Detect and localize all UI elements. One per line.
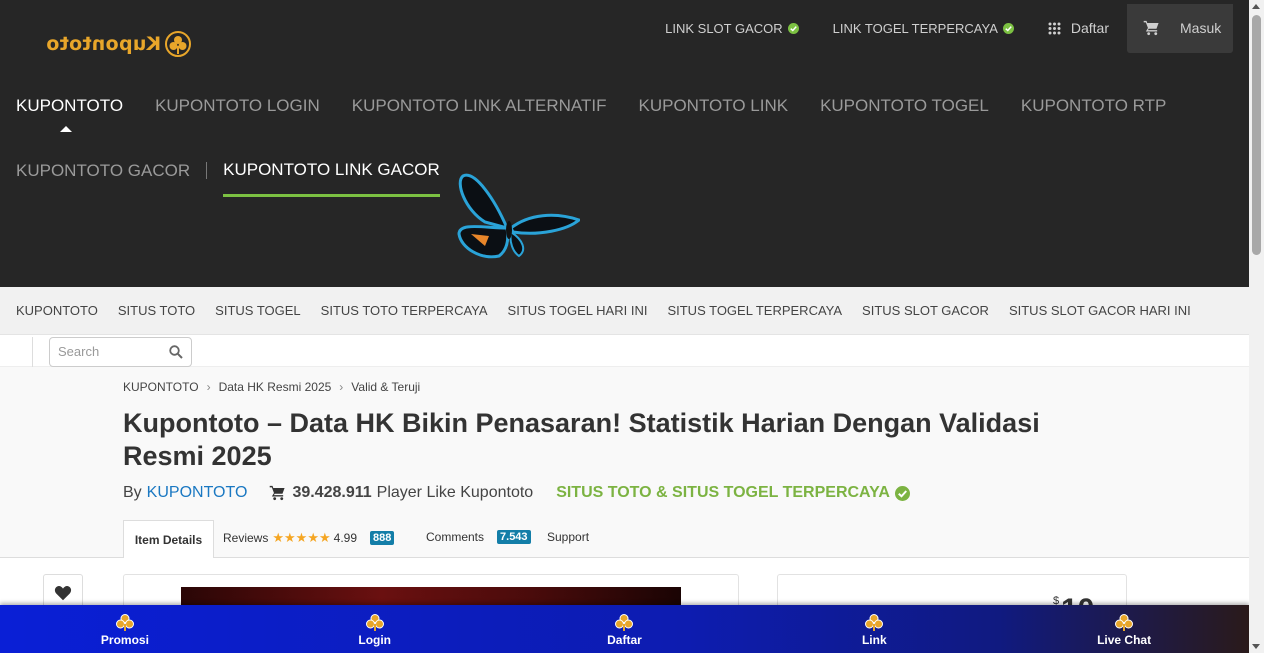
item-tabs: Item Details Reviews ★★★★★ 4.99 888 Comm…	[0, 519, 1249, 559]
bottom-nav-label: Login	[358, 632, 392, 647]
masuk-label: Masuk	[1180, 20, 1222, 36]
category-situs-togel-terpercaya[interactable]: SITUS TOGEL TERPERCAYA	[667, 303, 842, 318]
site-header: Kupontoto LINK SLOT GACOR LINK TOGEL TER…	[0, 0, 1249, 287]
cart-icon	[270, 485, 286, 501]
author-link[interactable]: KUPONTOTO	[147, 484, 248, 502]
byline: By KUPONTOTO 39.428.911 Player Like Kupo…	[123, 484, 910, 502]
search-icon[interactable]	[169, 345, 183, 359]
bottom-nav-daftar[interactable]: Daftar	[500, 605, 750, 653]
chevron-right-icon: ›	[339, 380, 344, 394]
reviews-count-badge: 888	[370, 531, 395, 545]
nav-kupontoto-gacor[interactable]: KUPONTOTO GACOR	[16, 161, 190, 181]
main-nav: KUPONTOTO KUPONTOTO LOGIN KUPONTOTO LINK…	[16, 92, 1216, 197]
breadcrumb: KUPONTOTO › Data HK Resmi 2025 › Valid &…	[123, 380, 420, 394]
masuk-button[interactable]: Masuk	[1127, 3, 1233, 53]
breadcrumb-item[interactable]: Valid & Teruji	[351, 380, 420, 394]
club-icon	[865, 613, 884, 631]
bottom-nav-label: Link	[861, 632, 887, 647]
rating-value: 4.99	[333, 531, 357, 545]
nav-kupontoto-link[interactable]: KUPONTOTO LINK	[638, 96, 788, 116]
grid-icon	[1048, 22, 1061, 34]
club-icon	[365, 613, 384, 631]
category-situs-togel[interactable]: SITUS TOGEL	[215, 303, 301, 318]
sales-count: 39.428.911	[292, 484, 372, 501]
logo-text: Kupontoto	[46, 33, 162, 55]
butterfly-image	[457, 173, 580, 259]
category-situs-toto[interactable]: SITUS TOTO	[118, 303, 195, 318]
club-icon	[115, 613, 134, 631]
category-situs-toto-terpercaya[interactable]: SITUS TOTO TERPERCAYA	[321, 303, 488, 318]
category-situs-slot-gacor-hari-ini[interactable]: SITUS SLOT GACOR HARI INI	[1009, 303, 1191, 318]
check-circle-icon	[1002, 22, 1014, 34]
tab-comments-label: Comments	[426, 530, 485, 544]
breadcrumb-item[interactable]: KUPONTOTO	[123, 380, 199, 394]
club-icon	[1115, 613, 1134, 631]
scroll-down-icon[interactable]	[1252, 644, 1260, 649]
category-bar: KUPONTOTO SITUS TOTO SITUS TOGEL SITUS T…	[0, 287, 1249, 335]
nav-kupontoto[interactable]: KUPONTOTO	[16, 96, 123, 132]
tab-support[interactable]: Support	[547, 530, 589, 544]
club-badge-icon	[165, 31, 192, 57]
check-circle-icon	[894, 485, 910, 501]
bottom-nav-live-chat[interactable]: Live Chat	[999, 605, 1249, 653]
link-slot-gacor-label: LINK SLOT GACOR	[665, 20, 783, 36]
category-kupontoto[interactable]: KUPONTOTO	[16, 303, 98, 318]
scroll-up-icon[interactable]	[1252, 4, 1260, 9]
nav-kupontoto-rtp[interactable]: KUPONTOTO RTP	[1021, 96, 1166, 116]
page-scrollbar[interactable]	[1249, 0, 1264, 653]
bottom-nav-label: Promosi	[100, 632, 149, 647]
bottom-nav-link[interactable]: Link	[749, 605, 999, 653]
tab-reviews[interactable]: Reviews ★★★★★ 4.99 888	[223, 530, 395, 546]
bottom-nav: Promosi Login Daftar Link Live Chat	[0, 605, 1249, 653]
site-logo[interactable]: Kupontoto	[46, 27, 193, 61]
sales-suffix: Player Like Kupontoto	[376, 484, 534, 501]
scrollbar-thumb[interactable]	[1252, 15, 1261, 255]
bottom-nav-login[interactable]: Login	[250, 605, 500, 653]
chevron-right-icon: ›	[206, 380, 211, 394]
tab-reviews-label: Reviews	[223, 531, 269, 545]
link-slot-gacor[interactable]: LINK SLOT GACOR	[665, 21, 799, 36]
page-title: Kupontoto – Data HK Bikin Penasaran! Sta…	[123, 408, 1040, 471]
search-row	[0, 335, 1249, 367]
situs-label: SITUS TOTO & SITUS TOGEL TERPERCAYA	[556, 484, 890, 501]
by-label: By	[123, 484, 142, 501]
check-circle-icon	[787, 22, 799, 34]
bottom-nav-label: Live Chat	[1097, 632, 1152, 647]
cart-icon	[1143, 20, 1159, 36]
nav-kupontoto-togel[interactable]: KUPONTOTO TOGEL	[820, 96, 989, 116]
divider	[32, 337, 33, 367]
search-box	[49, 337, 192, 367]
link-togel-terpercaya[interactable]: LINK TOGEL TERPERCAYA	[833, 21, 1014, 36]
situs-badge: SITUS TOTO & SITUS TOGEL TERPERCAYA	[556, 484, 910, 502]
bottom-nav-promosi[interactable]: Promosi	[0, 605, 250, 653]
comments-count-badge: 7.543	[497, 530, 531, 544]
category-situs-togel-hari-ini[interactable]: SITUS TOGEL HARI INI	[508, 303, 648, 318]
category-situs-slot-gacor[interactable]: SITUS SLOT GACOR	[862, 303, 989, 318]
nav-kupontoto-login[interactable]: KUPONTOTO LOGIN	[155, 96, 320, 116]
nav-kupontoto-link-alternatif[interactable]: KUPONTOTO LINK ALTERNATIF	[352, 96, 607, 116]
search-input[interactable]	[58, 344, 158, 359]
link-togel-terpercaya-label: LINK TOGEL TERPERCAYA	[832, 20, 998, 36]
tab-support-label: Support	[547, 530, 590, 544]
tab-comments[interactable]: Comments 7.543	[426, 530, 531, 544]
star-rating-icon: ★★★★★	[272, 530, 331, 545]
heart-icon	[54, 586, 72, 601]
breadcrumb-item[interactable]: Data HK Resmi 2025	[219, 380, 332, 394]
nav-kupontoto-link-gacor[interactable]: KUPONTOTO LINK GACOR	[223, 160, 440, 197]
club-icon	[615, 613, 634, 631]
nav-divider	[206, 162, 208, 179]
daftar-link[interactable]: Daftar	[1048, 20, 1109, 36]
bottom-nav-label: Daftar	[607, 632, 642, 647]
top-links: LINK SLOT GACOR LINK TOGEL TERPERCAYA Da…	[631, 0, 1233, 56]
daftar-label: Daftar	[1070, 20, 1109, 36]
tab-item-details[interactable]: Item Details	[123, 520, 214, 559]
